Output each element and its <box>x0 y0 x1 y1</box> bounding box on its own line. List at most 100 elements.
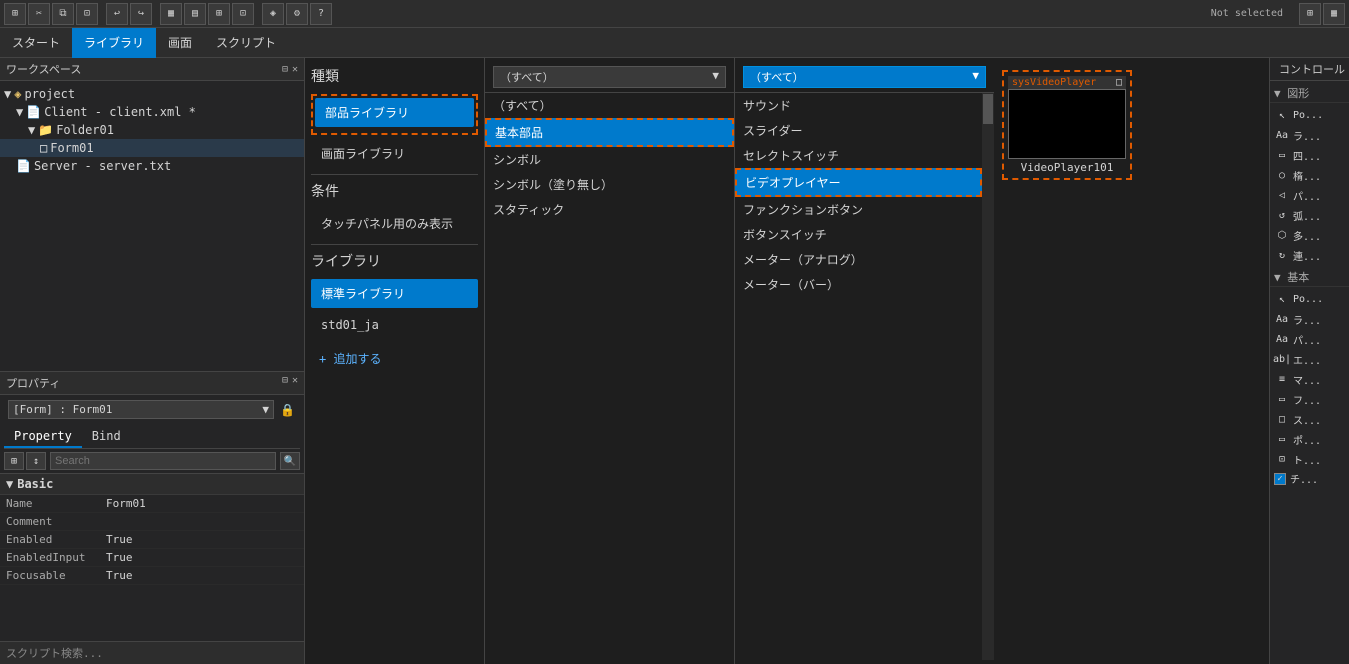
prop-sort-btn-2[interactable]: ↕ <box>26 452 46 470</box>
toolbar-icon-2[interactable]: ✂ <box>28 3 50 25</box>
shape-rect[interactable]: ▭ 四... <box>1270 145 1349 165</box>
kind-item-symbol-nofill[interactable]: シンボル（塗り無し） <box>485 172 734 197</box>
toolbar-icon-3[interactable]: ⧉ <box>52 3 74 25</box>
basic-checkbox[interactable]: ✓ チ... <box>1270 469 1349 488</box>
property-basic-section: ▼ Basic <box>0 474 304 495</box>
right-item-video[interactable]: ビデオプレイヤー <box>735 168 982 197</box>
col-kind-list: （すべて） ▼ （すべて） 基本部品 シンボル シンボル（塗り無し） スタティッ… <box>485 58 735 664</box>
kind-item-static[interactable]: スタティック <box>485 197 734 222</box>
menu-library[interactable]: ライブラリ <box>72 28 156 58</box>
right-item-function[interactable]: ファンクションボタン <box>735 197 982 222</box>
prop-enabled-value[interactable]: True <box>106 533 133 546</box>
property-lock-icon[interactable]: 🔒 <box>280 403 295 417</box>
kind-item-symbol[interactable]: シンボル <box>485 147 734 172</box>
tree-client[interactable]: ▼ 📄 Client - client.xml * <box>0 103 304 121</box>
menu-script[interactable]: スクリプト <box>204 28 288 58</box>
property-pin-icon[interactable]: ⊟ <box>282 375 288 391</box>
toolbar-view-2[interactable]: ▦ <box>1323 3 1345 25</box>
library-columns: 種類 部品ライブラリ 画面ライブラリ 条件 タッチパネル用のみ表示 ライブラリ … <box>305 58 1269 664</box>
property-search-input[interactable] <box>50 452 276 470</box>
video-player-widget[interactable]: sysVideoPlayer □ VideoPlayer101 <box>1002 70 1132 180</box>
tree-form01[interactable]: □ Form01 <box>0 139 304 157</box>
right-item-meter-a[interactable]: メーター（アナログ） <box>735 247 982 272</box>
toolbar-icon-7[interactable]: ▦ <box>160 3 182 25</box>
toolbar-icon-10[interactable]: ⊡ <box>232 3 254 25</box>
tab-property[interactable]: Property <box>4 426 82 448</box>
right-list-scrollbar[interactable] <box>982 93 994 660</box>
shape-line[interactable]: Aa ラ... <box>1270 125 1349 145</box>
add-library-btn[interactable]: + 追加する <box>311 346 478 371</box>
toolbar-icon-6[interactable]: ↪ <box>130 3 152 25</box>
prop-row-focusable: Focusable True <box>0 567 304 585</box>
property-selector[interactable]: [Form] : Form01 ▼ <box>8 400 274 419</box>
toolbar-icon-5[interactable]: ↩ <box>106 3 128 25</box>
prop-row-enabledinput: EnabledInput True <box>0 549 304 567</box>
menu-screen[interactable]: 画面 <box>156 28 204 58</box>
tree-server[interactable]: 📄 Server - server.txt <box>0 157 304 175</box>
basic-input[interactable]: ab| エ... <box>1270 349 1349 369</box>
right-item-button[interactable]: ボタンスイッチ <box>735 222 982 247</box>
menu-start[interactable]: スタート <box>0 28 72 58</box>
condition-touchpanel-btn[interactable]: タッチパネル用のみ表示 <box>311 209 478 238</box>
tree-folder01[interactable]: ▼ 📁 Folder01 <box>0 121 304 139</box>
right-top-selector[interactable]: （すべて） ▼ <box>743 66 986 88</box>
basic-font[interactable]: Aa パ... <box>1270 329 1349 349</box>
shape-pointer[interactable]: ↖ Po... <box>1270 105 1349 125</box>
right-item-sound[interactable]: サウンド <box>735 93 982 118</box>
top-selector-row: （すべて） ▼ <box>485 62 734 93</box>
property-header: プロパティ ⊟ ✕ <box>0 372 304 395</box>
kind-item-all[interactable]: （すべて） <box>485 93 734 118</box>
shape-polygon[interactable]: ⬡ 多... <box>1270 225 1349 245</box>
toolbar-icon-11[interactable]: ◈ <box>262 3 284 25</box>
basic-multi[interactable]: ≡ マ... <box>1270 369 1349 389</box>
toolbar-icon-9[interactable]: ⊞ <box>208 3 230 25</box>
lib-std01-btn[interactable]: std01_ja <box>311 312 478 338</box>
workspace-close-icon[interactable]: ✕ <box>292 64 298 75</box>
toolbar-icon-12[interactable]: ⚙ <box>286 3 308 25</box>
prop-sort-btn-1[interactable]: ⊞ <box>4 452 24 470</box>
shape-arc[interactable]: ↺ 弧... <box>1270 205 1349 225</box>
basic-file[interactable]: ▭ フ... <box>1270 389 1349 409</box>
right-top-selector-value: （すべて） <box>750 69 804 85</box>
kind-list: （すべて） 基本部品 シンボル シンボル（塗り無し） スタティック <box>485 93 734 660</box>
tree-project[interactable]: ▼ ◈ project <box>0 85 304 103</box>
right-item-slider[interactable]: スライダー <box>735 118 982 143</box>
basic-toggle[interactable]: ⊡ ト... <box>1270 449 1349 469</box>
property-close-icon[interactable]: ✕ <box>292 375 298 391</box>
kind-item-basic[interactable]: 基本部品 <box>485 118 734 147</box>
shape-chain[interactable]: ↻ 連... <box>1270 245 1349 265</box>
prop-focusable-value[interactable]: True <box>106 569 133 582</box>
right-item-select[interactable]: セレクトスイッチ <box>735 143 982 168</box>
server-icon: 📄 <box>16 159 31 173</box>
toolbar-icon-1[interactable]: ⊞ <box>4 3 26 25</box>
right-item-meter-b[interactable]: メーター（バー） <box>735 272 982 297</box>
tree-expand-folder: ▼ <box>28 123 35 137</box>
property-search-button[interactable]: 🔍 <box>280 452 300 470</box>
basic-file-label: フ... <box>1293 392 1321 407</box>
widget-close-btn[interactable]: □ <box>1116 77 1122 88</box>
toolbar-view-1[interactable]: ⊞ <box>1299 3 1321 25</box>
property-selector-row: [Form] : Form01 ▼ 🔒 <box>0 395 304 424</box>
library-title: ライブラリ <box>311 251 478 271</box>
basic-scroll[interactable]: □ ス... <box>1270 409 1349 429</box>
basic-button[interactable]: ▭ ポ... <box>1270 429 1349 449</box>
prop-enabledinput-value[interactable]: True <box>106 551 133 564</box>
shape-path[interactable]: ◁ パ... <box>1270 185 1349 205</box>
lib-std-btn[interactable]: 標準ライブラリ <box>311 279 478 308</box>
basic-text[interactable]: Aa ラ... <box>1270 309 1349 329</box>
basic-multi-label: マ... <box>1293 372 1321 387</box>
workspace-pin-icon[interactable]: ⊟ <box>282 64 288 75</box>
category-buhin-btn[interactable]: 部品ライブラリ <box>315 98 474 127</box>
shape-circle[interactable]: ○ 楕... <box>1270 165 1349 185</box>
top-selector[interactable]: （すべて） ▼ <box>493 66 726 88</box>
prop-name-value[interactable]: Form01 <box>106 497 146 510</box>
toolbar-icon-8[interactable]: ▤ <box>184 3 206 25</box>
section-basic-label: Basic <box>17 477 53 491</box>
basic-pointer-label: Po... <box>1293 294 1323 305</box>
toolbar: ⊞ ✂ ⧉ ⊡ ↩ ↪ ▦ ▤ ⊞ ⊡ ◈ ⚙ ? Not selected ⊞… <box>0 0 1349 28</box>
tab-bind[interactable]: Bind <box>82 426 131 448</box>
category-gamen-btn[interactable]: 画面ライブラリ <box>311 139 478 168</box>
basic-pointer[interactable]: ↖ Po... <box>1270 289 1349 309</box>
toolbar-icon-4[interactable]: ⊡ <box>76 3 98 25</box>
toolbar-icon-13[interactable]: ? <box>310 3 332 25</box>
